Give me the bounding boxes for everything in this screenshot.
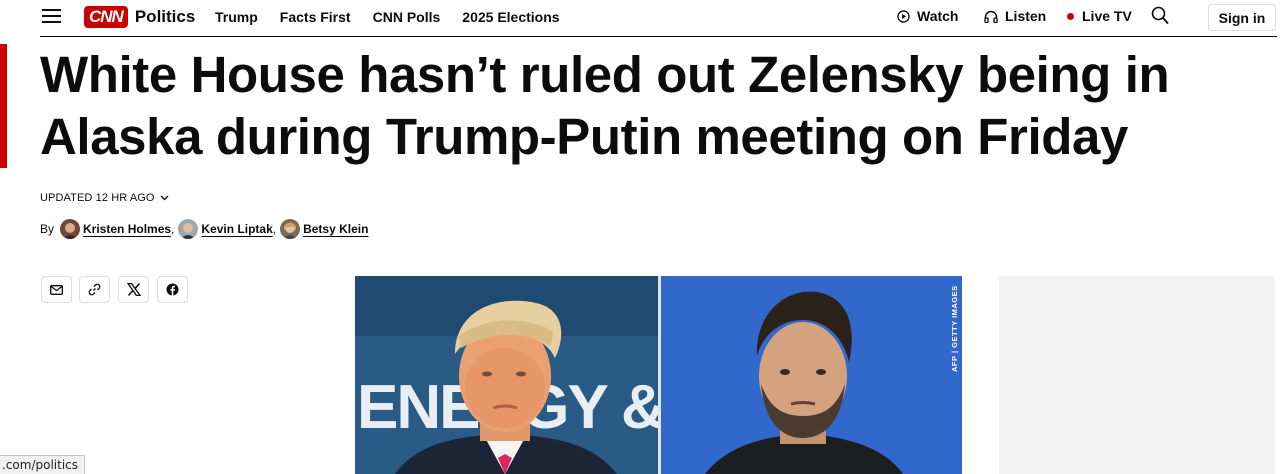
cnn-logo-mark[interactable]: CNN	[84, 6, 128, 28]
lead-photo-composite: ENERGY & AFP | GETTY IMAGES	[355, 276, 962, 474]
updated-label: UPDATED 12 HR AGO	[40, 192, 155, 204]
nav-item-facts-first[interactable]: Facts First	[280, 9, 351, 25]
avatar	[178, 219, 199, 239]
nav-item-2025-elections[interactable]: 2025 Elections	[462, 9, 559, 25]
author-name[interactable]: Kristen Holmes	[83, 222, 171, 236]
watch-button[interactable]: Watch	[897, 8, 958, 24]
author-name[interactable]: Kevin Liptak	[201, 222, 272, 236]
share-x-button[interactable]	[118, 276, 149, 303]
byline: By Kristen Holmes , Kevin Liptak , Betsy…	[40, 219, 368, 239]
byline-prefix: By	[40, 222, 55, 236]
image-credit: AFP | GETTY IMAGES	[950, 285, 959, 372]
status-bar-url: .com/politics	[0, 455, 86, 474]
listen-button[interactable]: Listen	[984, 8, 1046, 24]
link-icon	[88, 283, 101, 296]
headline-accent-bar	[0, 44, 7, 168]
live-tv-label: Live TV	[1082, 8, 1132, 24]
search-icon[interactable]	[1151, 6, 1169, 25]
article-headline: White House hasn’t ruled out Zelensky be…	[40, 46, 1170, 165]
headphones-icon	[984, 10, 998, 23]
live-dot-icon	[1067, 12, 1074, 20]
site-header: CNN Politics Trump Facts First CNN Polls…	[0, 0, 1280, 36]
header-divider	[40, 36, 1277, 37]
share-facebook-button[interactable]	[157, 276, 188, 303]
updated-timestamp[interactable]: UPDATED 12 HR AGO	[40, 192, 169, 204]
avatar	[60, 219, 81, 239]
listen-label: Listen	[1005, 8, 1047, 24]
ad-placeholder	[999, 276, 1275, 474]
author-name[interactable]: Betsy Klein	[303, 222, 368, 236]
x-icon	[126, 283, 141, 296]
watch-label: Watch	[917, 8, 959, 24]
nav-item-cnn-polls[interactable]: CNN Polls	[373, 9, 441, 25]
share-link-button[interactable]	[79, 276, 110, 303]
lead-image[interactable]: ENERGY & AFP | GETTY IMAGES	[355, 276, 962, 474]
sign-in-button[interactable]: Sign in	[1208, 4, 1276, 31]
author-kristen-holmes[interactable]: Kristen Holmes	[60, 219, 171, 239]
share-email-button[interactable]	[41, 276, 72, 303]
author-betsy-klein[interactable]: Betsy Klein	[280, 219, 368, 239]
section-title[interactable]: Politics	[135, 7, 195, 27]
avatar	[280, 219, 301, 239]
live-tv-button[interactable]: Live TV	[1067, 8, 1132, 24]
facebook-icon	[166, 283, 179, 296]
nav-item-trump[interactable]: Trump	[215, 9, 258, 25]
author-kevin-liptak[interactable]: Kevin Liptak	[178, 219, 273, 239]
section-nav: Trump Facts First CNN Polls 2025 Electio…	[215, 9, 560, 25]
email-icon	[50, 284, 63, 295]
play-icon	[897, 9, 910, 23]
chevron-down-icon	[160, 195, 169, 201]
cnn-logo[interactable]: CNN Politics	[84, 5, 195, 29]
menu-icon[interactable]	[42, 9, 61, 23]
